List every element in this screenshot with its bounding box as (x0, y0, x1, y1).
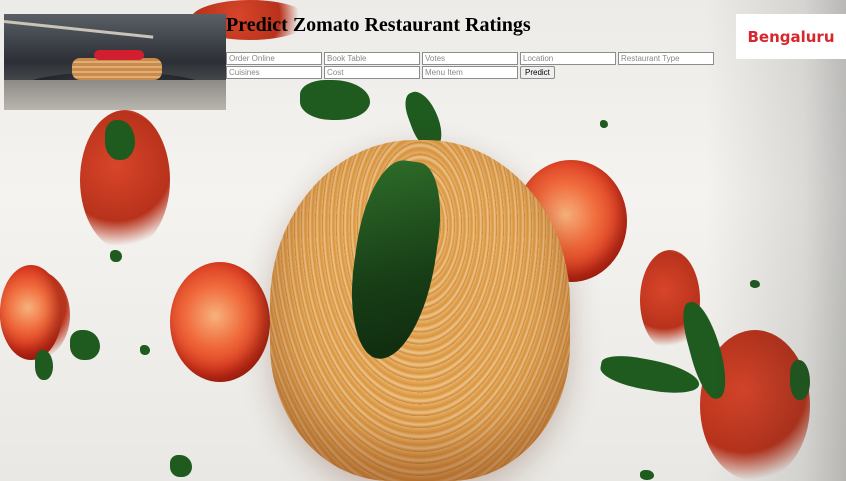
form-row-1 (226, 52, 714, 65)
bengaluru-logo: Bengaluru (736, 14, 846, 59)
form-row-2: Predict (226, 66, 714, 79)
predict-button[interactable]: Predict (520, 66, 555, 79)
menu-item-input[interactable] (422, 66, 518, 79)
header-food-image (4, 14, 226, 110)
page-title: Predict Zomato Restaurant Ratings (226, 14, 531, 36)
logo-text: Bengaluru (747, 27, 835, 46)
restaurant-type-input[interactable] (618, 52, 714, 65)
order-online-input[interactable] (226, 52, 322, 65)
location-input[interactable] (520, 52, 616, 65)
votes-input[interactable] (422, 52, 518, 65)
page: Predict Zomato Restaurant Ratings Bengal… (0, 0, 846, 481)
book-table-input[interactable] (324, 52, 420, 65)
cost-input[interactable] (324, 66, 420, 79)
prediction-form: Predict (226, 52, 714, 80)
cuisines-input[interactable] (226, 66, 322, 79)
